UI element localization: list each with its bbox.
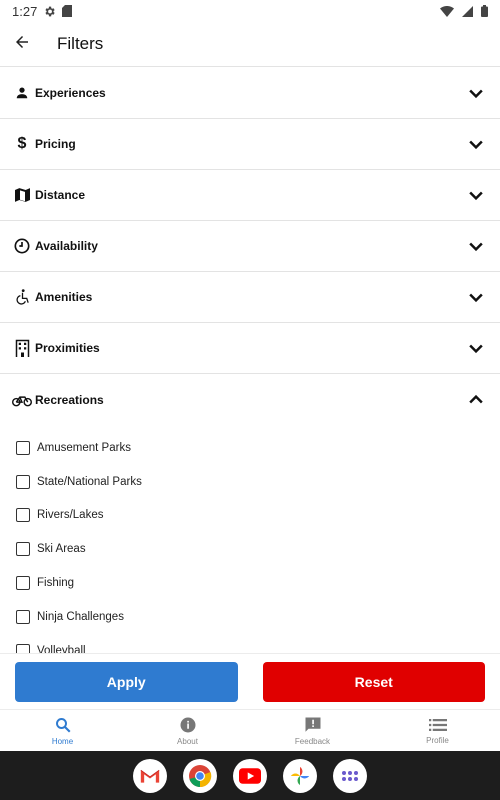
wifi-icon (440, 5, 454, 17)
reset-button[interactable]: Reset (262, 661, 485, 702)
option-label: Amusement Parks (37, 441, 131, 454)
checkbox[interactable] (16, 440, 30, 455)
chevron-down-icon[interactable] (464, 81, 488, 105)
search-icon (54, 716, 72, 734)
status-bar: 1:27 (0, 0, 500, 22)
list-icon (428, 717, 447, 733)
page-title: Filters (57, 34, 104, 53)
bottom-nav: Home About Feedback Profile (0, 709, 500, 751)
filter-list: Experiences $ Pricing Distance Availabil… (0, 68, 500, 653)
option-volleyball[interactable]: Volleyball (0, 634, 500, 653)
status-time: 1:27 (12, 3, 38, 19)
arrow-back-icon (13, 33, 31, 56)
filter-distance[interactable]: Distance (0, 170, 500, 221)
app-drawer-icon[interactable] (333, 758, 367, 793)
nav-label: About (177, 736, 198, 746)
checkbox[interactable] (16, 508, 30, 523)
youtube-icon[interactable] (233, 758, 267, 793)
checkbox[interactable] (16, 643, 30, 653)
filter-label: Distance (35, 188, 86, 202)
recreation-options: Amusement Parks State/National Parks Riv… (0, 425, 500, 653)
option-fishing[interactable]: Fishing (0, 566, 500, 600)
checkbox[interactable] (16, 576, 30, 591)
filter-label: Proximities (35, 341, 100, 355)
dollar-icon: $ (17, 135, 27, 152)
map-icon (12, 185, 32, 205)
nav-feedback[interactable]: Feedback (250, 710, 375, 751)
back-button[interactable] (0, 22, 44, 66)
filter-availability[interactable]: Availability (0, 221, 500, 272)
nav-about[interactable]: About (125, 710, 250, 751)
info-icon (179, 716, 197, 734)
checkbox[interactable] (16, 474, 30, 489)
sim-card-icon (62, 5, 73, 17)
filter-proximities[interactable]: Proximities (0, 323, 500, 374)
option-amusement-parks[interactable]: Amusement Parks (0, 431, 500, 465)
chevron-down-icon[interactable] (464, 285, 488, 309)
person-icon (12, 83, 32, 103)
filter-experiences[interactable]: Experiences (0, 68, 500, 119)
nav-label: Profile (426, 735, 449, 745)
option-state-national-parks[interactable]: State/National Parks (0, 465, 500, 499)
chevron-up-icon[interactable] (464, 388, 488, 412)
nav-label: Home (51, 736, 74, 746)
apply-button[interactable]: Apply (15, 661, 238, 702)
signal-icon (462, 5, 473, 17)
option-label: Fishing (37, 577, 75, 590)
filter-label: Recreations (35, 392, 104, 407)
option-ninja-challenges[interactable]: Ninja Challenges (0, 600, 500, 634)
chevron-down-icon[interactable] (464, 132, 488, 156)
clock-icon (12, 236, 32, 256)
filter-label: Amenities (35, 290, 93, 304)
chevron-down-icon[interactable] (464, 336, 488, 360)
system-dock (0, 751, 500, 800)
option-label: Rivers/Lakes (37, 509, 104, 522)
feedback-icon (304, 716, 322, 734)
filter-recreations[interactable]: Recreations (0, 374, 500, 425)
building-icon (12, 338, 32, 358)
accessible-icon (12, 287, 32, 307)
filter-label: Experiences (35, 86, 106, 100)
filter-label: Pricing (35, 137, 76, 151)
photos-icon[interactable] (283, 758, 317, 793)
battery-icon (481, 5, 488, 17)
filter-amenities[interactable]: Amenities (0, 272, 500, 323)
option-label: Volleyball (37, 644, 86, 653)
checkbox[interactable] (16, 609, 30, 624)
filter-pricing[interactable]: $ Pricing (0, 119, 500, 170)
chrome-icon[interactable] (183, 758, 217, 793)
app-bar: Filters (0, 22, 500, 67)
chevron-down-icon[interactable] (464, 234, 488, 258)
bike-icon (12, 390, 32, 410)
settings-gear-icon (43, 5, 56, 18)
chevron-down-icon[interactable] (464, 183, 488, 207)
option-label: Ski Areas (37, 543, 86, 556)
option-label: Ninja Challenges (37, 610, 124, 623)
option-label: State/National Parks (37, 475, 142, 488)
gmail-icon[interactable] (133, 758, 167, 793)
nav-profile[interactable]: Profile (375, 710, 500, 751)
nav-home[interactable]: Home (0, 710, 125, 751)
option-rivers-lakes[interactable]: Rivers/Lakes (0, 499, 500, 533)
action-bar: Apply Reset (0, 653, 500, 709)
filter-label: Availability (35, 239, 98, 253)
checkbox[interactable] (16, 542, 30, 557)
nav-label: Feedback (294, 736, 331, 746)
option-ski-areas[interactable]: Ski Areas (0, 532, 500, 566)
